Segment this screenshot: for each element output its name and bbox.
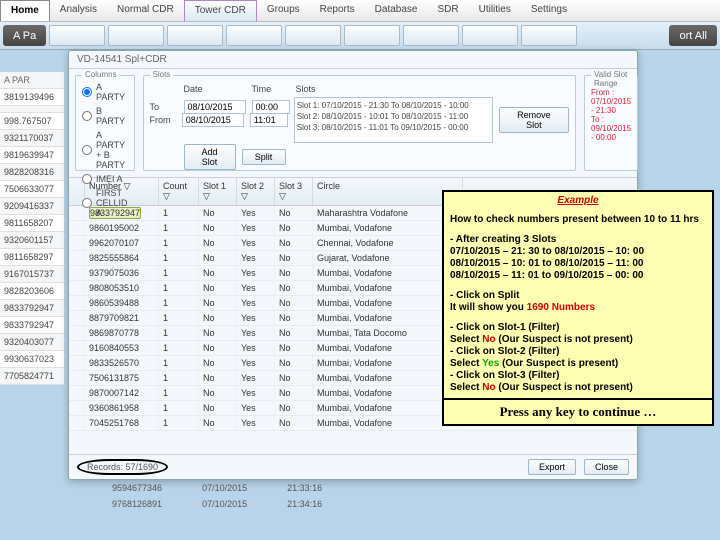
valid-range-label: Valid Slot Range — [591, 70, 637, 88]
ribbon-button[interactable] — [226, 25, 282, 46]
bg-number: 9811658297 — [0, 249, 64, 266]
bg-number: 7705824771 — [0, 368, 64, 385]
remove-slot-button[interactable]: Remove Slot — [499, 107, 569, 133]
menu-database[interactable]: Database — [365, 0, 428, 21]
split-button[interactable]: Split — [242, 149, 286, 165]
menu-analysis[interactable]: Analysis — [50, 0, 107, 21]
menu-reports[interactable]: Reports — [310, 0, 365, 21]
grid-col-header[interactable]: Slot 1 ▽ — [199, 178, 237, 205]
ribbon-button[interactable] — [49, 25, 105, 46]
to-label: To — [150, 102, 178, 112]
column-radio[interactable]: B PARTY — [82, 104, 128, 128]
records-count: Records: 57/1690 — [77, 459, 168, 475]
bg-number: 9833792947 — [0, 317, 64, 334]
dialog-title: VD-14541 Spl+CDR — [69, 51, 637, 69]
menu-normal-cdr[interactable]: Normal CDR — [107, 0, 184, 21]
ribbon-button[interactable] — [344, 25, 400, 46]
menu-tower-cdr[interactable]: Tower CDR — [184, 0, 257, 21]
slots-listbox[interactable]: Slot 1: 07/10/2015 - 21:30 To 08/10/2015… — [294, 97, 493, 143]
menu-utilities[interactable]: Utilities — [469, 0, 521, 21]
menu-sdr[interactable]: SDR — [427, 0, 468, 21]
menu-settings[interactable]: Settings — [521, 0, 577, 21]
date-header: Date — [184, 84, 246, 94]
bg-number: 9828203606 — [0, 283, 64, 300]
from-time-input[interactable] — [250, 113, 288, 127]
bg-number — [0, 106, 64, 113]
menu-home[interactable]: Home — [0, 0, 50, 21]
from-label: From — [150, 115, 176, 125]
to-time-input[interactable] — [252, 100, 290, 114]
slots-label: Slots — [150, 70, 174, 79]
example-title: Example — [444, 192, 712, 210]
main-menu: Home Analysis Normal CDR Tower CDR Group… — [0, 0, 720, 22]
export-button[interactable]: Export — [528, 459, 576, 475]
example-callout: Example How to check numbers present bet… — [442, 190, 714, 426]
bg-number: 9811658207 — [0, 215, 64, 232]
bg-number: 7506633077 — [0, 181, 64, 198]
ribbon-button[interactable] — [108, 25, 164, 46]
background-number-column: A PAR3819139496998.767507932117003798196… — [0, 72, 64, 385]
close-button[interactable]: Close — [584, 459, 629, 475]
ribbon-button[interactable] — [403, 25, 459, 46]
ribbon-button[interactable] — [167, 25, 223, 46]
press-any-key: Press any key to continue … — [444, 398, 712, 424]
ribbon: A Pa ort All — [0, 22, 720, 50]
grid-col-header[interactable]: Count ▽ — [159, 178, 199, 205]
valid-to: To : 09/10/2015 - 00:00 — [591, 115, 631, 142]
menu-groups[interactable]: Groups — [257, 0, 310, 21]
slots-header: Slots — [296, 84, 316, 94]
bg-number: 9209416337 — [0, 198, 64, 215]
grid-col-header[interactable]: Slot 2 ▽ — [237, 178, 275, 205]
ribbon-button[interactable] — [462, 25, 518, 46]
background-table-rows: 959467734607/10/201521:33:16976812689107… — [64, 480, 330, 512]
bg-number: 9833792947 — [0, 300, 64, 317]
column-radio[interactable]: IMEI A — [82, 172, 128, 186]
bg-number: 9321170037 — [0, 130, 64, 147]
from-date-input[interactable] — [182, 113, 244, 127]
bg-number: 9167015737 — [0, 266, 64, 283]
slots-panel: Slots Date Time Slots From Slot 1: 07/10… — [143, 75, 577, 171]
example-intro: How to check numbers present between 10 … — [450, 214, 699, 225]
grid-col-header[interactable]: Circle — [313, 178, 463, 205]
time-header: Time — [252, 84, 290, 94]
example-split-line: - Click on Split — [450, 290, 519, 301]
grid-col-header[interactable]: Slot 3 ▽ — [275, 178, 313, 205]
bg-number: 9320601157 — [0, 232, 64, 249]
valid-from: From : 07/10/2015 - 21:30 — [591, 88, 631, 115]
column-radio[interactable]: A PARTY + B PARTY — [82, 128, 128, 172]
bg-number: 9320403077 — [0, 334, 64, 351]
bg-number: 9828208316 — [0, 164, 64, 181]
bg-number: 998.767507 — [0, 113, 64, 130]
to-date-input[interactable] — [184, 100, 246, 114]
bg-number: 9819639947 — [0, 147, 64, 164]
ribbon-button[interactable] — [521, 25, 577, 46]
example-result-prefix: It will show you — [450, 302, 527, 313]
ribbon-right-label: ort All — [669, 25, 717, 46]
dialog-footer: Records: 57/1690 Export Close — [69, 454, 637, 479]
valid-slot-range-panel: Valid Slot Range From : 07/10/2015 - 21:… — [584, 75, 638, 171]
add-slot-button[interactable]: Add Slot — [184, 144, 236, 170]
column-radio[interactable]: FIRST CELLID A — [82, 186, 128, 220]
columns-label: Columns — [82, 70, 120, 79]
example-result-count: 1690 Numbers — [527, 302, 595, 313]
ribbon-button[interactable] — [285, 25, 341, 46]
columns-panel: Columns A PARTYB PARTYA PARTY + B PARTYI… — [75, 75, 135, 171]
bg-number: 3819139496 — [0, 89, 64, 106]
bg-number: 9930637023 — [0, 351, 64, 368]
ribbon-left-label: A Pa — [3, 25, 46, 46]
column-radio[interactable]: A PARTY — [82, 80, 128, 104]
